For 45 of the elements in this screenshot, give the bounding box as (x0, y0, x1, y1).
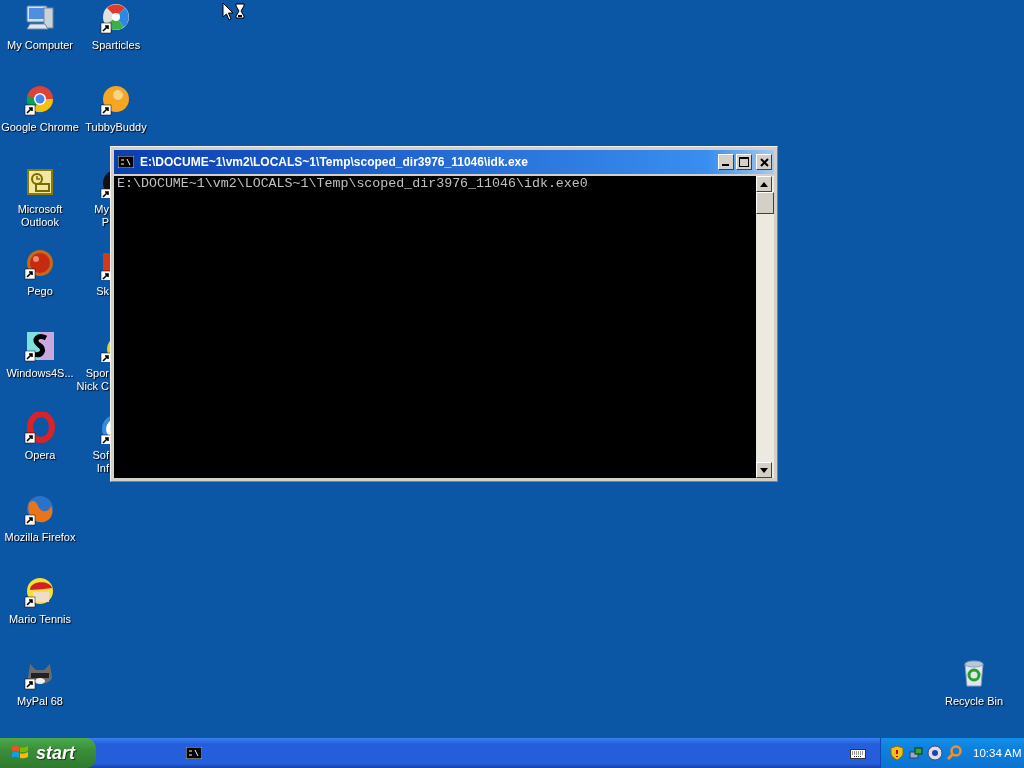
shield-icon[interactable] (889, 745, 905, 761)
scroll-up-button[interactable] (756, 176, 772, 192)
icon-label: Sk (96, 285, 109, 298)
ball-icon[interactable] (100, 84, 132, 116)
ring-logo-icon[interactable] (24, 84, 56, 116)
icon-label: Windows4S... (6, 367, 74, 380)
icon-label: TubbyBuddy (85, 121, 147, 134)
maximize-icon (739, 157, 749, 167)
icon-label: Mario Tennis (8, 613, 72, 626)
icon-label: Microsoft Outlook (17, 203, 63, 229)
icon-label: Sparticles (91, 39, 141, 52)
globe-icon[interactable] (24, 494, 56, 526)
icon-label: Google Chrome (1, 121, 79, 134)
icon-label: MyPal 68 (17, 695, 63, 708)
close-button[interactable] (756, 154, 772, 170)
icon-label: My Computer (7, 39, 73, 52)
busy-cursor-icon (222, 2, 246, 24)
icon-label: Sof Inf (92, 449, 109, 475)
scroll-thumb[interactable] (756, 192, 774, 214)
window-title: E:\DOCUME~1\vm2\LOCALS~1\Temp\scoped_dir3976_11046\idk.exe (140, 155, 529, 169)
scroll-down-button[interactable] (756, 462, 772, 478)
console-icon (118, 156, 134, 168)
console-icon (186, 747, 202, 759)
maximize-button[interactable] (736, 154, 752, 170)
icon-label: Mozilla Firefox (4, 531, 76, 544)
icon-label: Spor Nick C (76, 367, 109, 393)
disc-icon[interactable] (927, 745, 943, 761)
down-arrow-icon (760, 467, 768, 473)
orb-icon[interactable] (24, 248, 56, 280)
clock-card-icon[interactable] (24, 166, 56, 198)
network-icon[interactable] (908, 745, 924, 761)
icon-label: Pego (27, 285, 53, 298)
icon-label: Recycle Bin (944, 695, 1004, 708)
minimize-button[interactable] (718, 154, 734, 170)
up-arrow-icon (760, 181, 768, 187)
pinwheel-icon[interactable] (100, 2, 132, 34)
clock: 10:34 AM (973, 747, 1022, 759)
start-button[interactable]: start (0, 738, 96, 768)
keyboard-icon[interactable] (850, 747, 866, 759)
console-line: E:\DOCUME~1\vm2\LOCALS~1\Temp\scoped_dir3976_11046\idk.exe0 (117, 178, 589, 190)
close-icon (759, 157, 769, 167)
scrollbar[interactable] (756, 176, 774, 478)
cap-icon[interactable] (24, 576, 56, 608)
icon-label: Opera (24, 449, 56, 462)
icon-label: My P (94, 203, 109, 229)
